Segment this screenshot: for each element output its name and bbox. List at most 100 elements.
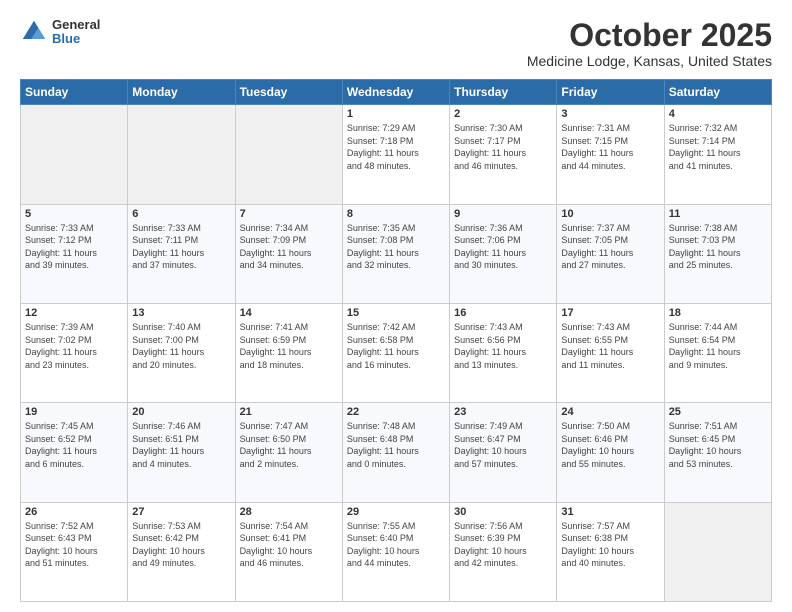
calendar-week-row-2: 5 Sunrise: 7:33 AM Sunset: 7:12 PM Daylig… <box>21 204 772 303</box>
col-tuesday: Tuesday <box>235 80 342 105</box>
header: General Blue October 2025 Medicine Lodge… <box>20 18 772 69</box>
calendar-week-row-1: 1Sunrise: 7:29 AM Sunset: 7:18 PM Daylig… <box>21 105 772 204</box>
day-info: Sunrise: 7:47 AM Sunset: 6:50 PM Dayligh… <box>240 420 338 470</box>
day-number: 17 <box>561 307 659 319</box>
logo-general: General <box>52 18 100 32</box>
day-number: 11 <box>669 208 767 220</box>
calendar-cell: 7 Sunrise: 7:34 AM Sunset: 7:09 PM Daylig… <box>235 204 342 303</box>
day-info: Sunrise: 7:50 AM Sunset: 6:46 PM Dayligh… <box>561 420 659 470</box>
calendar-cell: 23Sunrise: 7:49 AM Sunset: 6:47 PM Dayli… <box>450 403 557 502</box>
day-info: Sunrise: 7:38 AM Sunset: 7:03 PM Dayligh… <box>669 222 767 272</box>
calendar-cell: 28 Sunrise: 7:54 AM Sunset: 6:41 PM Dayli… <box>235 502 342 601</box>
calendar-cell: 16Sunrise: 7:43 AM Sunset: 6:56 PM Dayli… <box>450 303 557 402</box>
day-info: Sunrise: 7:43 AM Sunset: 6:56 PM Dayligh… <box>454 321 552 371</box>
calendar-cell: 11 Sunrise: 7:38 AM Sunset: 7:03 PM Dayli… <box>664 204 771 303</box>
day-number: 2 <box>454 108 552 120</box>
day-number: 8 <box>347 208 445 220</box>
logo-text: General Blue <box>52 18 100 47</box>
day-number: 7 <box>240 208 338 220</box>
day-info: Sunrise: 7:39 AM Sunset: 7:02 PM Dayligh… <box>25 321 123 371</box>
day-info: Sunrise: 7:30 AM Sunset: 7:17 PM Dayligh… <box>454 122 552 172</box>
calendar-cell <box>21 105 128 204</box>
calendar-cell: 10 Sunrise: 7:37 AM Sunset: 7:05 PM Dayli… <box>557 204 664 303</box>
logo-blue: Blue <box>52 32 100 46</box>
day-number: 29 <box>347 506 445 518</box>
calendar-cell: 19 Sunrise: 7:45 AM Sunset: 6:52 PM Dayli… <box>21 403 128 502</box>
day-info: Sunrise: 7:46 AM Sunset: 6:51 PM Dayligh… <box>132 420 230 470</box>
day-info: Sunrise: 7:51 AM Sunset: 6:45 PM Dayligh… <box>669 420 767 470</box>
location-title: Medicine Lodge, Kansas, United States <box>527 53 772 69</box>
calendar-cell: 24Sunrise: 7:50 AM Sunset: 6:46 PM Dayli… <box>557 403 664 502</box>
col-sunday: Sunday <box>21 80 128 105</box>
day-info: Sunrise: 7:57 AM Sunset: 6:38 PM Dayligh… <box>561 520 659 570</box>
day-info: Sunrise: 7:35 AM Sunset: 7:08 PM Dayligh… <box>347 222 445 272</box>
logo: General Blue <box>20 18 100 47</box>
calendar-cell: 31Sunrise: 7:57 AM Sunset: 6:38 PM Dayli… <box>557 502 664 601</box>
col-monday: Monday <box>128 80 235 105</box>
calendar-cell: 14 Sunrise: 7:41 AM Sunset: 6:59 PM Dayli… <box>235 303 342 402</box>
day-info: Sunrise: 7:37 AM Sunset: 7:05 PM Dayligh… <box>561 222 659 272</box>
col-thursday: Thursday <box>450 80 557 105</box>
day-number: 18 <box>669 307 767 319</box>
calendar-cell: 3Sunrise: 7:31 AM Sunset: 7:15 PM Daylig… <box>557 105 664 204</box>
title-block: October 2025 Medicine Lodge, Kansas, Uni… <box>527 18 772 69</box>
calendar-cell: 12Sunrise: 7:39 AM Sunset: 7:02 PM Dayli… <box>21 303 128 402</box>
day-number: 19 <box>25 406 123 418</box>
calendar-cell <box>664 502 771 601</box>
day-number: 22 <box>347 406 445 418</box>
calendar-cell: 17Sunrise: 7:43 AM Sunset: 6:55 PM Dayli… <box>557 303 664 402</box>
calendar-cell: 21 Sunrise: 7:47 AM Sunset: 6:50 PM Dayli… <box>235 403 342 502</box>
day-info: Sunrise: 7:54 AM Sunset: 6:41 PM Dayligh… <box>240 520 338 570</box>
calendar-header-row: Sunday Monday Tuesday Wednesday Thursday… <box>21 80 772 105</box>
day-number: 3 <box>561 108 659 120</box>
day-number: 5 <box>25 208 123 220</box>
day-number: 28 <box>240 506 338 518</box>
col-wednesday: Wednesday <box>342 80 449 105</box>
day-info: Sunrise: 7:40 AM Sunset: 7:00 PM Dayligh… <box>132 321 230 371</box>
day-info: Sunrise: 7:41 AM Sunset: 6:59 PM Dayligh… <box>240 321 338 371</box>
day-info: Sunrise: 7:55 AM Sunset: 6:40 PM Dayligh… <box>347 520 445 570</box>
page: General Blue October 2025 Medicine Lodge… <box>0 0 792 612</box>
calendar-cell: 5 Sunrise: 7:33 AM Sunset: 7:12 PM Daylig… <box>21 204 128 303</box>
day-info: Sunrise: 7:33 AM Sunset: 7:12 PM Dayligh… <box>25 222 123 272</box>
day-info: Sunrise: 7:34 AM Sunset: 7:09 PM Dayligh… <box>240 222 338 272</box>
calendar-cell: 15Sunrise: 7:42 AM Sunset: 6:58 PM Dayli… <box>342 303 449 402</box>
calendar-cell: 2 Sunrise: 7:30 AM Sunset: 7:17 PM Daylig… <box>450 105 557 204</box>
calendar-cell: 6Sunrise: 7:33 AM Sunset: 7:11 PM Daylig… <box>128 204 235 303</box>
day-info: Sunrise: 7:53 AM Sunset: 6:42 PM Dayligh… <box>132 520 230 570</box>
day-info: Sunrise: 7:32 AM Sunset: 7:14 PM Dayligh… <box>669 122 767 172</box>
calendar-cell: 4Sunrise: 7:32 AM Sunset: 7:14 PM Daylig… <box>664 105 771 204</box>
day-info: Sunrise: 7:29 AM Sunset: 7:18 PM Dayligh… <box>347 122 445 172</box>
day-info: Sunrise: 7:56 AM Sunset: 6:39 PM Dayligh… <box>454 520 552 570</box>
calendar-cell: 26Sunrise: 7:52 AM Sunset: 6:43 PM Dayli… <box>21 502 128 601</box>
month-title: October 2025 <box>527 18 772 53</box>
calendar-table: Sunday Monday Tuesday Wednesday Thursday… <box>20 79 772 602</box>
calendar-cell: 30 Sunrise: 7:56 AM Sunset: 6:39 PM Dayli… <box>450 502 557 601</box>
day-number: 21 <box>240 406 338 418</box>
calendar-cell: 18Sunrise: 7:44 AM Sunset: 6:54 PM Dayli… <box>664 303 771 402</box>
col-friday: Friday <box>557 80 664 105</box>
calendar-cell <box>128 105 235 204</box>
logo-icon <box>20 18 48 46</box>
day-number: 20 <box>132 406 230 418</box>
calendar-cell: 27Sunrise: 7:53 AM Sunset: 6:42 PM Dayli… <box>128 502 235 601</box>
day-info: Sunrise: 7:33 AM Sunset: 7:11 PM Dayligh… <box>132 222 230 272</box>
calendar-cell: 8 Sunrise: 7:35 AM Sunset: 7:08 PM Daylig… <box>342 204 449 303</box>
calendar-cell: 22Sunrise: 7:48 AM Sunset: 6:48 PM Dayli… <box>342 403 449 502</box>
day-info: Sunrise: 7:36 AM Sunset: 7:06 PM Dayligh… <box>454 222 552 272</box>
calendar-week-row-3: 12Sunrise: 7:39 AM Sunset: 7:02 PM Dayli… <box>21 303 772 402</box>
day-number: 13 <box>132 307 230 319</box>
calendar-week-row-5: 26Sunrise: 7:52 AM Sunset: 6:43 PM Dayli… <box>21 502 772 601</box>
day-info: Sunrise: 7:45 AM Sunset: 6:52 PM Dayligh… <box>25 420 123 470</box>
calendar-week-row-4: 19 Sunrise: 7:45 AM Sunset: 6:52 PM Dayli… <box>21 403 772 502</box>
col-saturday: Saturday <box>664 80 771 105</box>
day-number: 26 <box>25 506 123 518</box>
day-info: Sunrise: 7:42 AM Sunset: 6:58 PM Dayligh… <box>347 321 445 371</box>
day-number: 9 <box>454 208 552 220</box>
day-number: 14 <box>240 307 338 319</box>
day-number: 10 <box>561 208 659 220</box>
day-number: 23 <box>454 406 552 418</box>
calendar-cell <box>235 105 342 204</box>
day-number: 25 <box>669 406 767 418</box>
day-number: 30 <box>454 506 552 518</box>
